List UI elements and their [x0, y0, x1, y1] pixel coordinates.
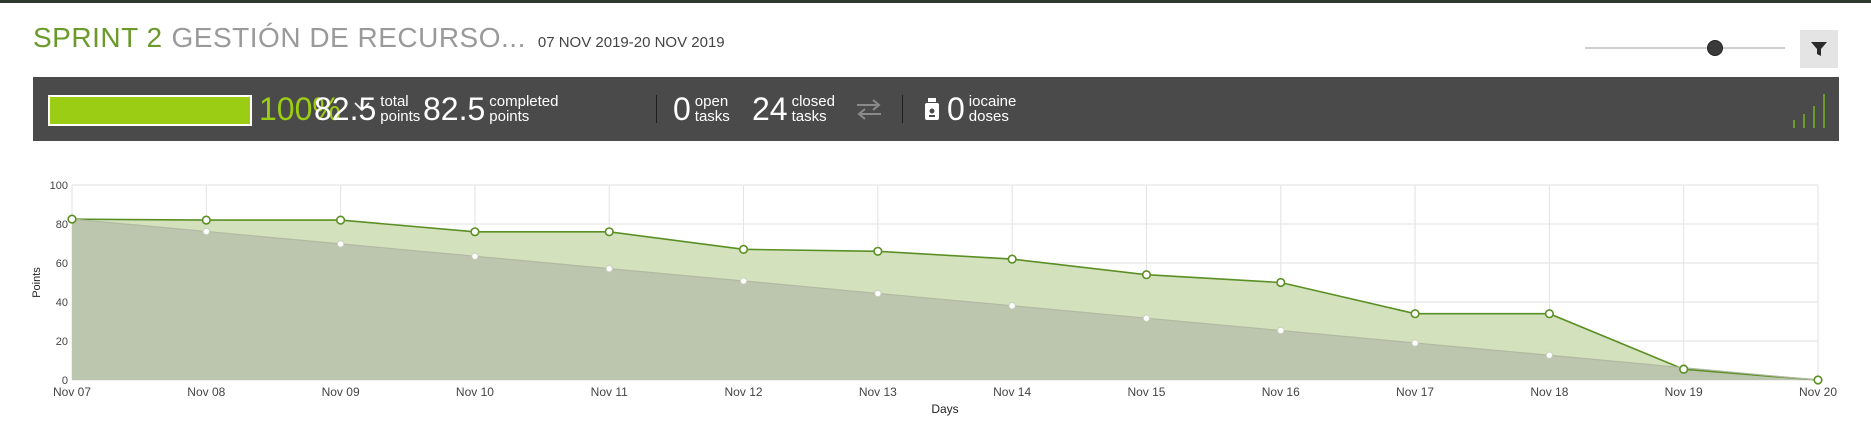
- zoom-slider-thumb[interactable]: [1707, 40, 1723, 56]
- data-point: [470, 227, 480, 237]
- data-point: [1007, 254, 1017, 264]
- iocaine-value: 0: [947, 91, 965, 127]
- data-point: [1410, 309, 1420, 319]
- y-tick-label: 20: [56, 336, 68, 348]
- closed-tasks-label: closed tasks: [791, 93, 835, 125]
- divider: [902, 95, 903, 123]
- y-tick-label: 100: [50, 180, 68, 192]
- y-axis-label: Points: [31, 267, 43, 298]
- signal-bars-icon[interactable]: [1791, 90, 1831, 128]
- x-tick-label: Nov 19: [1665, 385, 1703, 399]
- top-border: [0, 0, 1871, 3]
- total-points-stat: 82.5 total points: [314, 89, 420, 129]
- filter-button[interactable]: [1800, 30, 1838, 68]
- data-point: [471, 252, 479, 260]
- data-point: [1141, 270, 1152, 280]
- data-point: [604, 227, 614, 237]
- iocaine-potion-icon[interactable]: [923, 97, 941, 121]
- completed-points-stat: 82.5 completed points: [423, 89, 559, 129]
- x-tick-label: Nov 14: [993, 385, 1031, 399]
- closed-tasks-stat: 24 closed tasks: [752, 89, 835, 129]
- open-tasks-stat: 0 open tasks: [673, 89, 730, 129]
- y-tick-label: 60: [56, 258, 68, 270]
- x-tick-label: Nov 09: [322, 385, 360, 399]
- data-point: [874, 289, 882, 298]
- sprint-summary-bar: 100% 82.5 total points 82.5 completed po…: [33, 77, 1839, 141]
- sprint-header: SPRINT 2 GESTIÓN DE RECURSO... 07 NOV 20…: [33, 22, 725, 62]
- data-point: [1276, 277, 1286, 288]
- sprint-dates: 07 NOV 2019-20 NOV 2019: [537, 34, 725, 51]
- data-point: [1277, 326, 1285, 335]
- x-tick-label: Nov 20: [1799, 385, 1837, 399]
- sprint-subtitle: GESTIÓN DE RECURSO...: [171, 22, 526, 53]
- open-tasks-value: 0: [673, 91, 691, 127]
- data-point: [873, 246, 883, 256]
- data-point: [605, 264, 613, 273]
- data-point: [1411, 339, 1419, 347]
- x-tick-label: Nov 10: [456, 385, 494, 399]
- x-axis-label: Days: [931, 402, 958, 416]
- data-point: [201, 215, 211, 225]
- divider: [656, 95, 657, 123]
- data-point: [738, 244, 749, 254]
- closed-tasks-value: 24: [752, 91, 788, 127]
- progress-bar-fill: [50, 97, 250, 124]
- data-point: [1813, 375, 1823, 385]
- sprint-name[interactable]: SPRINT 2: [33, 22, 163, 54]
- completed-points-label: completed points: [489, 93, 559, 125]
- progress-bar: [48, 95, 252, 126]
- x-tick-label: Nov 13: [859, 385, 897, 399]
- y-tick-label: 40: [56, 297, 68, 309]
- iocaine-label: iocaine doses: [968, 93, 1017, 125]
- y-tick-label: 80: [56, 219, 68, 231]
- funnel-icon: [1811, 42, 1827, 56]
- iocaine-stat: 0 iocaine doses: [947, 89, 1016, 129]
- data-point: [336, 215, 346, 225]
- burndown-chart: Nov 07 Nov 08 Nov 09 Nov 10 Nov 11 Nov 12 Nov …: [31, 180, 1837, 416]
- x-tick-label: Nov 11: [591, 385, 628, 399]
- data-point: [67, 214, 77, 224]
- data-point: [336, 240, 345, 248]
- x-tick-label: Nov 17: [1396, 385, 1434, 399]
- swap-arrows-icon[interactable]: [853, 96, 885, 122]
- x-tick-label: Nov 12: [725, 385, 763, 399]
- data-point: [202, 227, 211, 236]
- x-tick-label: Nov 07: [53, 385, 91, 399]
- data-point: [739, 277, 748, 285]
- data-point: [1545, 351, 1554, 359]
- x-tick-label: Nov 18: [1530, 385, 1568, 399]
- x-axis-ticks: Nov 07 Nov 08 Nov 09 Nov 10 Nov 11 Nov 12 Nov …: [53, 385, 1837, 399]
- data-point: [1142, 314, 1151, 322]
- total-points-value: 82.5: [314, 91, 377, 127]
- open-tasks-label: open tasks: [694, 93, 730, 125]
- data-point: [1679, 364, 1689, 374]
- data-point: [1008, 302, 1016, 310]
- x-tick-label: Nov 16: [1262, 385, 1300, 399]
- y-axis-ticks: 0 20 40 60 80 100: [50, 180, 68, 387]
- x-tick-label: Nov 15: [1127, 385, 1165, 399]
- data-point: [1544, 309, 1554, 319]
- zoom-slider-track[interactable]: [1585, 47, 1785, 49]
- y-tick-label: 0: [62, 375, 68, 387]
- total-points-label: total points: [380, 93, 421, 125]
- x-tick-label: Nov 08: [187, 385, 225, 399]
- completed-points-value: 82.5: [423, 91, 486, 127]
